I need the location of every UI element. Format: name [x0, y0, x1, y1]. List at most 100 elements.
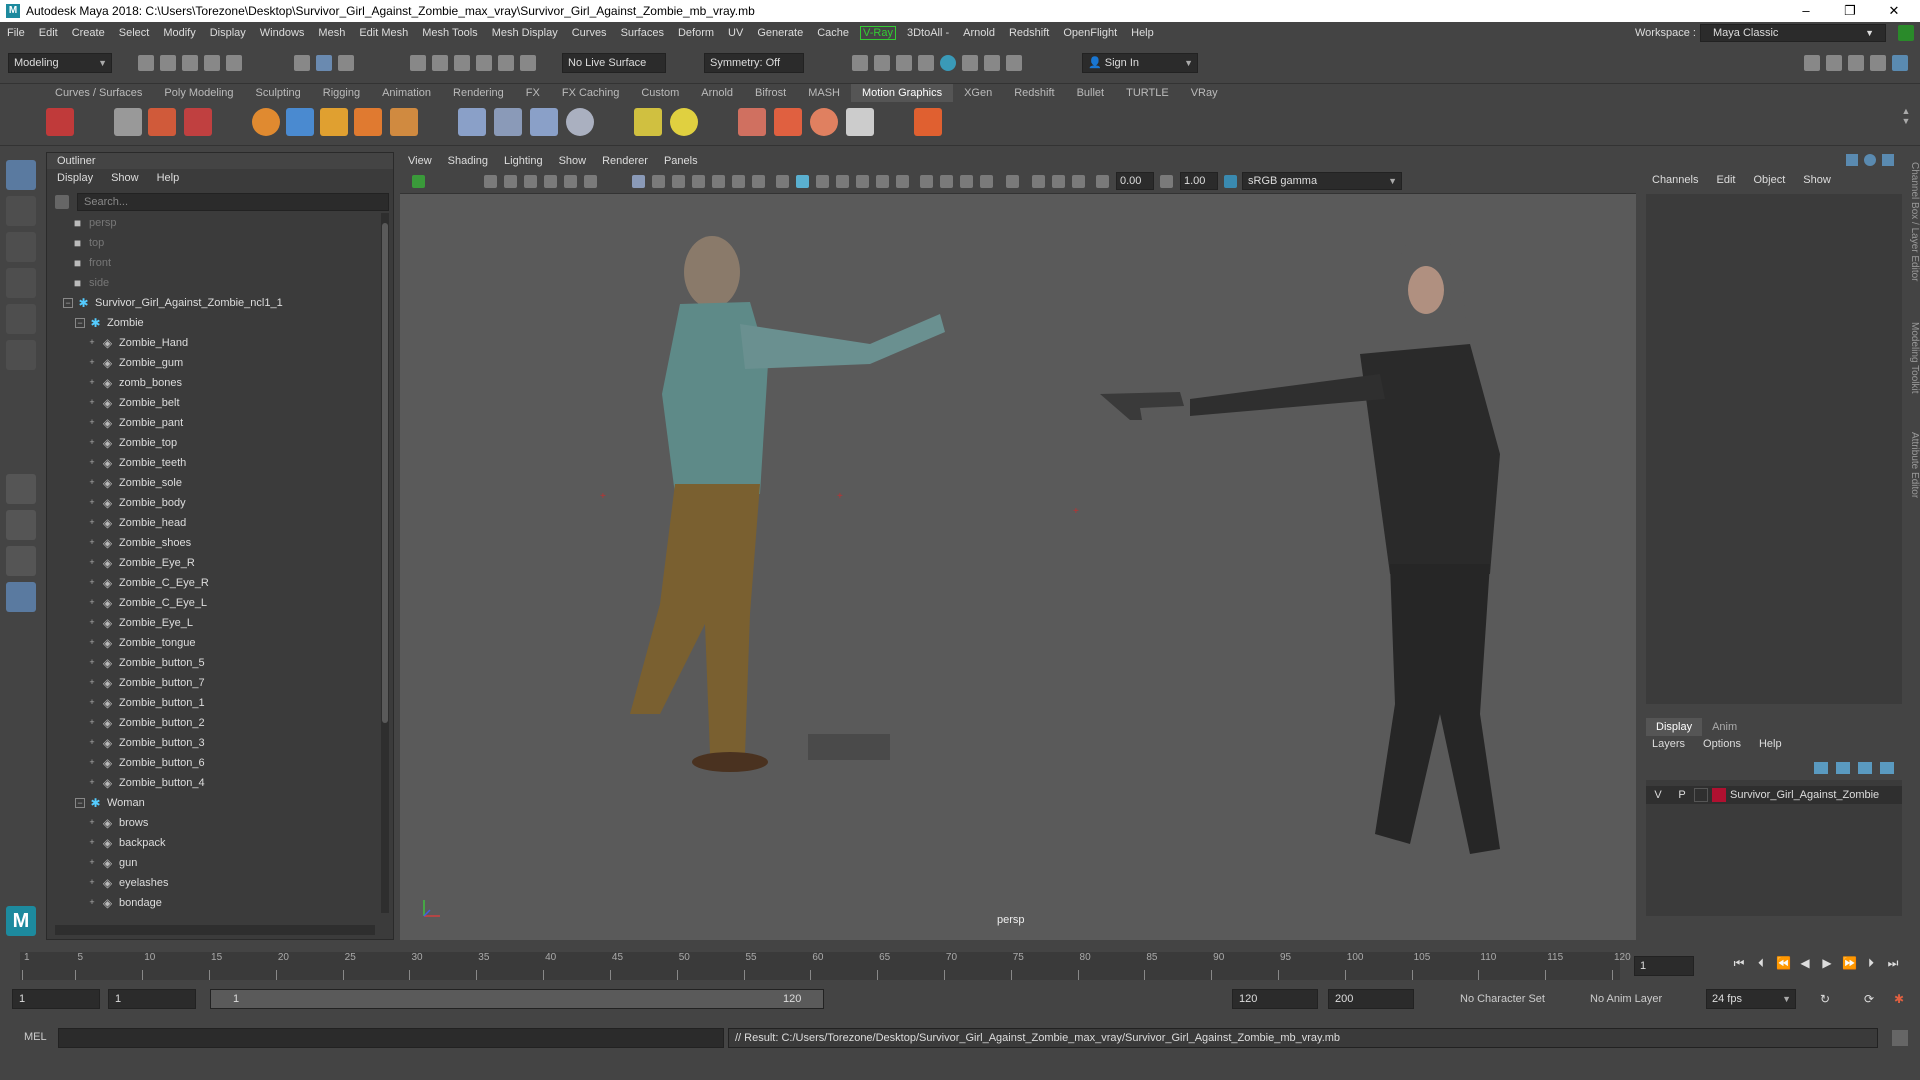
color-space-dropdown[interactable]: sRGB gamma ▼ [1242, 172, 1402, 190]
render-settings-icon[interactable] [918, 55, 934, 71]
script-language-toggle[interactable]: MEL [24, 1031, 47, 1043]
modeling-toolkit-icon[interactable] [1804, 55, 1820, 71]
safe-action-icon[interactable] [732, 175, 745, 188]
expand-toggle-icon[interactable]: + [87, 838, 97, 848]
step-back-key-icon[interactable]: ⏪ [1776, 956, 1791, 970]
save-scene-icon[interactable] [182, 55, 198, 71]
color-management-icon[interactable] [1224, 175, 1237, 188]
layer-name[interactable]: Survivor_Girl_Against_Zombie [1730, 789, 1879, 801]
outliner-item[interactable]: + ◈ Zombie_button_7 [47, 673, 377, 693]
expand-toggle-icon[interactable]: + [87, 818, 97, 828]
xray-icon[interactable] [856, 175, 869, 188]
select-object-icon[interactable] [316, 55, 332, 71]
lock-icon[interactable] [1898, 25, 1914, 41]
expand-toggle-icon[interactable]: + [87, 458, 97, 468]
expand-toggle-icon[interactable]: + [87, 578, 97, 588]
outliner-item[interactable]: + ◈ Zombie_pant [47, 413, 377, 433]
shelf-tab-bullet[interactable]: Bullet [1066, 84, 1116, 102]
grid-icon[interactable] [584, 175, 597, 188]
select-tool-icon[interactable] [6, 160, 36, 190]
outliner-horizontal-scrollbar[interactable] [55, 925, 375, 935]
side-tab-modeling-toolkit[interactable]: Modeling Toolkit [1904, 322, 1920, 394]
channel-box-area[interactable] [1646, 194, 1902, 704]
time-ruler[interactable]: 1 5 10 15 20 25 30 35 40 45 50 55 60 65 70 75 80 85 90 95 10… [20, 952, 1631, 980]
layer-row[interactable]: V P Survivor_Girl_Against_Zombie [1646, 786, 1902, 804]
scale-tool-icon[interactable] [6, 340, 36, 370]
menu-modify[interactable]: Modify [156, 27, 202, 39]
menu-surfaces[interactable]: Surfaces [614, 27, 671, 39]
shelf-scroll-icon[interactable]: ▲ ▼ [1900, 106, 1912, 142]
shelf-tab-mash[interactable]: MASH [797, 84, 851, 102]
outliner-group-item[interactable]: − ✱ Zombie [47, 313, 377, 333]
menu-select[interactable]: Select [112, 27, 157, 39]
outliner-layout-icon[interactable] [6, 582, 36, 612]
viewport-menu-show[interactable]: Show [559, 155, 587, 167]
expand-toggle-icon[interactable]: + [87, 618, 97, 628]
snap-point-icon[interactable] [454, 55, 470, 71]
shelf-tab-rendering[interactable]: Rendering [442, 84, 515, 102]
tab-display[interactable]: Display [1646, 718, 1703, 736]
layer-editor-toggle-icon[interactable] [1864, 154, 1876, 166]
textured-icon[interactable] [816, 175, 829, 188]
outliner-camera-item[interactable]: ■ persp [47, 213, 377, 233]
shelf-tab-animation[interactable]: Animation [371, 84, 442, 102]
wave-deformer-icon[interactable] [530, 108, 558, 136]
menu-mesh-tools[interactable]: Mesh Tools [415, 27, 484, 39]
fps-dropdown[interactable]: 24 fps ▼ [1706, 989, 1796, 1009]
menu-uv[interactable]: UV [721, 27, 750, 39]
side-tab-channel-box[interactable]: Channel Box / Layer Editor [1904, 162, 1920, 282]
outliner-item[interactable]: + ◈ Zombie_button_1 [47, 693, 377, 713]
select-component-icon[interactable] [338, 55, 354, 71]
select-camera-icon[interactable] [412, 175, 425, 188]
anim-layer-label[interactable]: No Anim Layer [1590, 993, 1662, 1005]
outliner-item[interactable]: + ◈ brows [47, 813, 377, 833]
expand-toggle-icon[interactable]: − [63, 298, 73, 308]
scene-view[interactable]: + + + [400, 194, 1636, 940]
sphere-icon[interactable] [252, 108, 280, 136]
options-menu[interactable]: Options [1703, 738, 1741, 750]
menu-edit[interactable]: Edit [32, 27, 65, 39]
move-layer-down-icon[interactable] [1836, 762, 1850, 774]
outliner-item[interactable]: + ◈ Zombie_button_5 [47, 653, 377, 673]
menu-mesh-display[interactable]: Mesh Display [485, 27, 565, 39]
shelf-tab-arnold[interactable]: Arnold [690, 84, 744, 102]
outliner-search-input[interactable]: Search... [77, 193, 389, 211]
open-scene-icon[interactable] [160, 55, 176, 71]
use-lights-icon[interactable] [876, 175, 889, 188]
live-surface-field[interactable]: No Live Surface [562, 53, 666, 73]
outliner-item[interactable]: + ◈ Zombie_C_Eye_R [47, 573, 377, 593]
outliner-menu-display[interactable]: Display [57, 172, 93, 184]
shelf-tab-vray[interactable]: VRay [1180, 84, 1229, 102]
script-editor-icon[interactable] [1892, 1030, 1908, 1046]
undo-icon[interactable] [204, 55, 220, 71]
expand-toggle-icon[interactable]: + [87, 518, 97, 528]
side-tab-attribute-editor[interactable]: Attribute Editor [1904, 432, 1920, 498]
ambient-occlusion-icon[interactable] [920, 175, 933, 188]
layer-type-toggle[interactable] [1694, 788, 1708, 802]
range-slider[interactable]: 1 120 [210, 989, 824, 1009]
menu-display[interactable]: Display [203, 27, 253, 39]
outliner-item[interactable]: + ◈ Zombie_belt [47, 393, 377, 413]
expand-toggle-icon[interactable]: + [87, 378, 97, 388]
human-ik-icon[interactable] [1826, 55, 1842, 71]
shelf-tab-rigging[interactable]: Rigging [312, 84, 371, 102]
channels-menu[interactable]: Channels [1652, 174, 1698, 192]
go-to-start-icon[interactable]: ⏮ [1732, 956, 1746, 970]
curve-icon[interactable] [286, 108, 314, 136]
step-back-icon[interactable]: ⏴ [1754, 956, 1768, 970]
cloth-icon[interactable] [774, 108, 802, 136]
shelf-tab-redshift[interactable]: Redshift [1003, 84, 1065, 102]
new-scene-icon[interactable] [138, 55, 154, 71]
expand-toggle-icon[interactable]: + [87, 718, 97, 728]
vray-frame-buffer-icon[interactable] [984, 55, 1000, 71]
shelf-tab-xgen[interactable]: XGen [953, 84, 1003, 102]
ground-object[interactable] [808, 734, 890, 760]
play-backwards-icon[interactable]: ◀ [1798, 956, 1812, 970]
woman-character[interactable] [1100, 235, 1500, 854]
anim-start-field[interactable]: 1 [108, 989, 196, 1009]
exposure-field[interactable]: 0.00 [1116, 172, 1154, 190]
layer-visibility-toggle[interactable]: V [1646, 789, 1670, 801]
expand-toggle-icon[interactable]: − [75, 318, 85, 328]
menu-edit-mesh[interactable]: Edit Mesh [352, 27, 415, 39]
expand-toggle-icon[interactable]: + [87, 538, 97, 548]
